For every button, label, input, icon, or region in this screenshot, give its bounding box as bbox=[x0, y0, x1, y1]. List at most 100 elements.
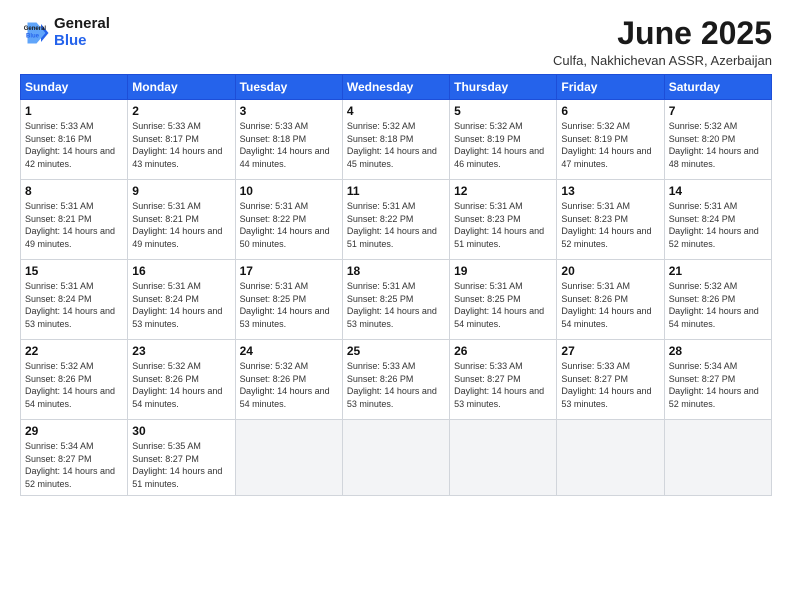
day-info: Sunrise: 5:33 AMSunset: 8:27 PMDaylight:… bbox=[454, 360, 552, 410]
calendar-cell: 13 Sunrise: 5:31 AMSunset: 8:23 PMDayligh… bbox=[557, 180, 664, 260]
calendar-cell: 8Sunrise: 5:31 AMSunset: 8:21 PMDaylight… bbox=[21, 180, 128, 260]
calendar-cell bbox=[235, 420, 342, 495]
calendar-cell: 7 Sunrise: 5:32 AMSunset: 8:20 PMDaylight… bbox=[664, 100, 771, 180]
day-number: 26 bbox=[454, 344, 552, 358]
day-number: 27 bbox=[561, 344, 659, 358]
day-number: 7 bbox=[669, 104, 767, 118]
day-info: Sunrise: 5:33 AMSunset: 8:27 PMDaylight:… bbox=[561, 360, 659, 410]
day-info: Sunrise: 5:31 AMSunset: 8:25 PMDaylight:… bbox=[347, 280, 445, 330]
calendar-cell: 9Sunrise: 5:31 AMSunset: 8:21 PMDaylight… bbox=[128, 180, 235, 260]
weekday-header-saturday: Saturday bbox=[664, 75, 771, 100]
page: General Blue General Blue June 2025 Culf… bbox=[0, 0, 792, 612]
day-info: Sunrise: 5:31 AMSunset: 8:23 PMDaylight:… bbox=[561, 200, 659, 250]
day-number: 10 bbox=[240, 184, 338, 198]
week-row-2: 8Sunrise: 5:31 AMSunset: 8:21 PMDaylight… bbox=[21, 180, 772, 260]
day-number: 22 bbox=[25, 344, 123, 358]
calendar-cell: 16Sunrise: 5:31 AMSunset: 8:24 PMDayligh… bbox=[128, 260, 235, 340]
day-info: Sunrise: 5:31 AMSunset: 8:26 PMDaylight:… bbox=[561, 280, 659, 330]
calendar-cell: 6 Sunrise: 5:32 AMSunset: 8:19 PMDaylight… bbox=[557, 100, 664, 180]
day-info: Sunrise: 5:32 AMSunset: 8:26 PMDaylight:… bbox=[669, 280, 767, 330]
day-info: Sunrise: 5:32 AMSunset: 8:18 PMDaylight:… bbox=[347, 120, 445, 170]
weekday-header-friday: Friday bbox=[557, 75, 664, 100]
title-block: June 2025 Culfa, Nakhichevan ASSR, Azerb… bbox=[553, 16, 772, 68]
calendar-cell bbox=[664, 420, 771, 495]
svg-text:General: General bbox=[24, 26, 47, 32]
day-info: Sunrise: 5:31 AMSunset: 8:21 PMDaylight:… bbox=[25, 200, 123, 250]
day-info: Sunrise: 5:35 AMSunset: 8:27 PMDaylight:… bbox=[132, 440, 230, 490]
calendar-cell: 5Sunrise: 5:32 AMSunset: 8:19 PMDaylight… bbox=[450, 100, 557, 180]
week-row-5: 29 Sunrise: 5:34 AMSunset: 8:27 PMDayligh… bbox=[21, 420, 772, 495]
week-row-4: 22 Sunrise: 5:32 AMSunset: 8:26 PMDayligh… bbox=[21, 340, 772, 420]
day-info: Sunrise: 5:34 AMSunset: 8:27 PMDaylight:… bbox=[25, 440, 123, 490]
day-info: Sunrise: 5:31 AMSunset: 8:22 PMDaylight:… bbox=[240, 200, 338, 250]
calendar-cell: 29 Sunrise: 5:34 AMSunset: 8:27 PMDayligh… bbox=[21, 420, 128, 495]
calendar-cell: 24 Sunrise: 5:32 AMSunset: 8:26 PMDayligh… bbox=[235, 340, 342, 420]
calendar-cell: 18 Sunrise: 5:31 AMSunset: 8:25 PMDayligh… bbox=[342, 260, 449, 340]
calendar-cell: 10 Sunrise: 5:31 AMSunset: 8:22 PMDayligh… bbox=[235, 180, 342, 260]
day-info: Sunrise: 5:33 AMSunset: 8:26 PMDaylight:… bbox=[347, 360, 445, 410]
weekday-header-row: SundayMondayTuesdayWednesdayThursdayFrid… bbox=[21, 75, 772, 100]
calendar-cell: 15 Sunrise: 5:31 AMSunset: 8:24 PMDayligh… bbox=[21, 260, 128, 340]
day-number: 30 bbox=[132, 424, 230, 438]
day-info: Sunrise: 5:32 AMSunset: 8:26 PMDaylight:… bbox=[25, 360, 123, 410]
calendar-cell: 25Sunrise: 5:33 AMSunset: 8:26 PMDayligh… bbox=[342, 340, 449, 420]
calendar-cell: 11 Sunrise: 5:31 AMSunset: 8:22 PMDayligh… bbox=[342, 180, 449, 260]
day-number: 24 bbox=[240, 344, 338, 358]
calendar-cell: 22 Sunrise: 5:32 AMSunset: 8:26 PMDayligh… bbox=[21, 340, 128, 420]
day-number: 28 bbox=[669, 344, 767, 358]
day-info: Sunrise: 5:31 AMSunset: 8:24 PMDaylight:… bbox=[25, 280, 123, 330]
day-number: 15 bbox=[25, 264, 123, 278]
day-number: 18 bbox=[347, 264, 445, 278]
day-number: 12 bbox=[454, 184, 552, 198]
day-info: Sunrise: 5:32 AMSunset: 8:20 PMDaylight:… bbox=[669, 120, 767, 170]
day-info: Sunrise: 5:31 AMSunset: 8:25 PMDaylight:… bbox=[240, 280, 338, 330]
day-number: 29 bbox=[25, 424, 123, 438]
day-info: Sunrise: 5:31 AMSunset: 8:24 PMDaylight:… bbox=[132, 280, 230, 330]
day-number: 14 bbox=[669, 184, 767, 198]
logo-line1: General bbox=[54, 16, 110, 33]
day-number: 9 bbox=[132, 184, 230, 198]
calendar-cell bbox=[450, 420, 557, 495]
day-info: Sunrise: 5:31 AMSunset: 8:25 PMDaylight:… bbox=[454, 280, 552, 330]
calendar-cell bbox=[342, 420, 449, 495]
calendar-cell: 20 Sunrise: 5:31 AMSunset: 8:26 PMDayligh… bbox=[557, 260, 664, 340]
day-info: Sunrise: 5:33 AMSunset: 8:17 PMDaylight:… bbox=[132, 120, 230, 170]
day-number: 2 bbox=[132, 104, 230, 118]
day-number: 3 bbox=[240, 104, 338, 118]
calendar-cell: 14Sunrise: 5:31 AMSunset: 8:24 PMDayligh… bbox=[664, 180, 771, 260]
calendar-cell: 3 Sunrise: 5:33 AMSunset: 8:18 PMDaylight… bbox=[235, 100, 342, 180]
day-number: 21 bbox=[669, 264, 767, 278]
day-info: Sunrise: 5:33 AMSunset: 8:16 PMDaylight:… bbox=[25, 120, 123, 170]
day-number: 17 bbox=[240, 264, 338, 278]
calendar-cell: 23Sunrise: 5:32 AMSunset: 8:26 PMDayligh… bbox=[128, 340, 235, 420]
calendar-cell: 28 Sunrise: 5:34 AMSunset: 8:27 PMDayligh… bbox=[664, 340, 771, 420]
calendar-cell: 21 Sunrise: 5:32 AMSunset: 8:26 PMDayligh… bbox=[664, 260, 771, 340]
svg-text:Blue: Blue bbox=[26, 33, 40, 39]
calendar-cell: 12 Sunrise: 5:31 AMSunset: 8:23 PMDayligh… bbox=[450, 180, 557, 260]
header: General Blue General Blue June 2025 Culf… bbox=[20, 16, 772, 68]
day-number: 5 bbox=[454, 104, 552, 118]
day-number: 13 bbox=[561, 184, 659, 198]
day-info: Sunrise: 5:31 AMSunset: 8:23 PMDaylight:… bbox=[454, 200, 552, 250]
day-info: Sunrise: 5:32 AMSunset: 8:26 PMDaylight:… bbox=[240, 360, 338, 410]
day-number: 6 bbox=[561, 104, 659, 118]
weekday-header-thursday: Thursday bbox=[450, 75, 557, 100]
week-row-1: 1Sunrise: 5:33 AMSunset: 8:16 PMDaylight… bbox=[21, 100, 772, 180]
calendar-cell: 26 Sunrise: 5:33 AMSunset: 8:27 PMDayligh… bbox=[450, 340, 557, 420]
location: Culfa, Nakhichevan ASSR, Azerbaijan bbox=[553, 53, 772, 68]
day-info: Sunrise: 5:34 AMSunset: 8:27 PMDaylight:… bbox=[669, 360, 767, 410]
calendar-cell: 30 Sunrise: 5:35 AMSunset: 8:27 PMDayligh… bbox=[128, 420, 235, 495]
logo-line2: Blue bbox=[54, 32, 87, 49]
month-title: June 2025 bbox=[553, 16, 772, 51]
calendar-cell: 19Sunrise: 5:31 AMSunset: 8:25 PMDayligh… bbox=[450, 260, 557, 340]
day-number: 20 bbox=[561, 264, 659, 278]
day-number: 23 bbox=[132, 344, 230, 358]
day-info: Sunrise: 5:31 AMSunset: 8:22 PMDaylight:… bbox=[347, 200, 445, 250]
day-info: Sunrise: 5:33 AMSunset: 8:18 PMDaylight:… bbox=[240, 120, 338, 170]
day-info: Sunrise: 5:32 AMSunset: 8:19 PMDaylight:… bbox=[561, 120, 659, 170]
calendar-cell: 4Sunrise: 5:32 AMSunset: 8:18 PMDaylight… bbox=[342, 100, 449, 180]
calendar-cell: 1Sunrise: 5:33 AMSunset: 8:16 PMDaylight… bbox=[21, 100, 128, 180]
calendar: SundayMondayTuesdayWednesdayThursdayFrid… bbox=[20, 74, 772, 495]
calendar-cell: 27 Sunrise: 5:33 AMSunset: 8:27 PMDayligh… bbox=[557, 340, 664, 420]
day-number: 11 bbox=[347, 184, 445, 198]
